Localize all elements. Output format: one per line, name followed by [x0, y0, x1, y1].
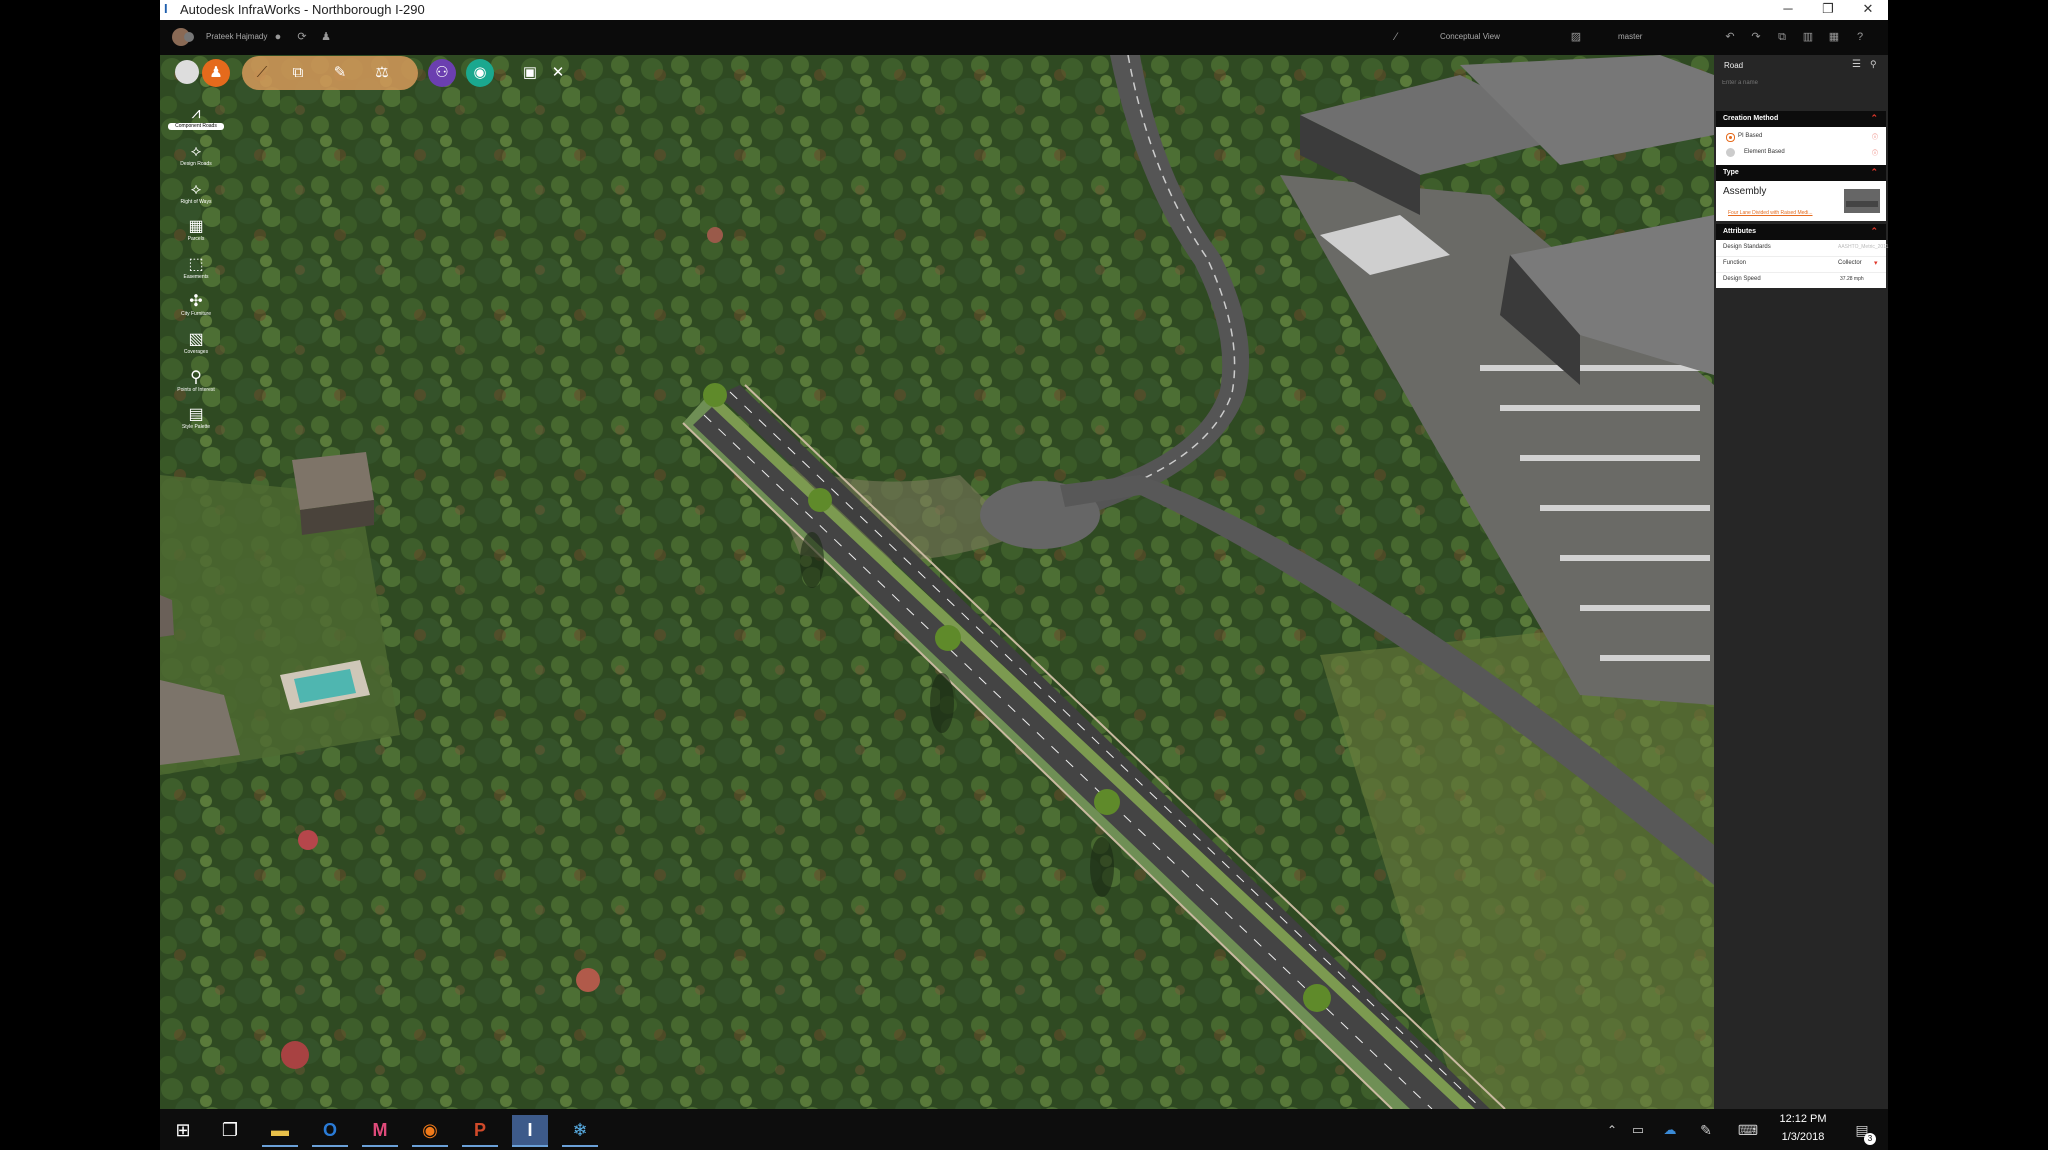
infraworks-app-icon: I [164, 1, 168, 16]
collapse-chevron-icon[interactable]: ⌃ [1870, 226, 1878, 237]
redo-icon[interactable]: ↷ [1748, 29, 1764, 45]
info-icon[interactable]: ⓘ [1872, 148, 1878, 157]
chevron-down-icon[interactable]: ▾ [1874, 259, 1878, 267]
assembly-link[interactable]: Four Lane Divided with Raised Medi... [1728, 210, 1813, 216]
palette-easements[interactable]: ⬚ Easements [168, 256, 224, 281]
window-title: Autodesk InfraWorks - Northborough I-290 [180, 2, 425, 17]
help-icon[interactable]: ? [1852, 29, 1868, 45]
present-tool-icon[interactable]: ◉ [466, 59, 494, 87]
collapse-chevron-icon[interactable]: ⌃ [1870, 113, 1878, 124]
design-speed-input[interactable]: 37.28 mph [1840, 276, 1864, 282]
proposal-selector[interactable]: master [1618, 32, 1642, 41]
create-tool-icon[interactable]: ♟ [202, 59, 230, 87]
infraworks-button[interactable]: I [512, 1115, 548, 1147]
restore-button[interactable]: ❐ [1808, 0, 1848, 20]
coverage-icon: ▧ [188, 331, 204, 348]
roads-tool-icon[interactable]: ⟋ [248, 59, 276, 87]
task-view-button[interactable]: ❐ [212, 1115, 248, 1145]
element-based-radio[interactable] [1726, 148, 1735, 157]
analyze-tool-icon[interactable]: ⚖ [368, 59, 396, 87]
right-of-way-icon: ⟡ [190, 181, 202, 198]
palette-design-roads[interactable]: ⟡ Design Roads [168, 143, 224, 168]
clock-date[interactable]: 1/3/2018 [1768, 1131, 1838, 1143]
sketch-tool-icon[interactable]: ✎ [326, 59, 354, 87]
minimize-button[interactable]: ─ [1768, 0, 1808, 20]
app-header: Prateek Hajmady ● ⟳ ♟ ⁄ Conceptual View … [160, 20, 1888, 55]
type-value: Assembly [1723, 186, 1767, 197]
info-icon[interactable]: ⓘ [1872, 132, 1878, 141]
collaborate-tool-icon[interactable]: ⚇ [428, 59, 456, 87]
palette-right-of-ways[interactable]: ⟡ Right of Ways [168, 181, 224, 206]
sync-icon[interactable]: ⟳ [294, 29, 310, 45]
pen-icon[interactable]: ✎ [1688, 1115, 1724, 1145]
pi-based-label: PI Based [1738, 133, 1763, 139]
window-titlebar: I Autodesk InfraWorks - Northborough I-2… [160, 0, 1888, 20]
settings-tool-icon[interactable]: ✕ [544, 59, 572, 87]
pi-based-radio[interactable] [1726, 133, 1735, 142]
undo-icon[interactable]: ↶ [1722, 29, 1738, 45]
palette-style-palette[interactable]: ▤ Style Palette [168, 406, 224, 431]
aerial-scene [160, 55, 1714, 1109]
notification-badge: 3 [1864, 1133, 1876, 1145]
share-icon[interactable]: ⧉ [1774, 29, 1790, 45]
keyboard-icon[interactable]: ⌨ [1730, 1115, 1766, 1145]
easement-icon: ⬚ [188, 256, 204, 273]
presence-icon [184, 32, 194, 42]
creation-method-header[interactable]: Creation Method ⌃ [1716, 111, 1886, 127]
grid-icon[interactable]: ▦ [1826, 29, 1842, 45]
app-m-button[interactable]: M [362, 1115, 398, 1147]
collapse-chevron-icon[interactable]: ⌃ [1870, 167, 1878, 178]
attributes-table: Design Standards AASHTO_Metric_2011 Func… [1716, 240, 1888, 288]
palette-points-of-interest[interactable]: ⚲ Points of Interest [168, 369, 224, 394]
clock-time[interactable]: 12:12 PM [1768, 1113, 1838, 1125]
road-name-input[interactable] [1722, 77, 1872, 89]
pin-icon[interactable]: ⚲ [1870, 59, 1877, 70]
city-furniture-icon: ✣ [189, 293, 203, 310]
panel-menu-icon[interactable]: ☰ [1852, 59, 1861, 70]
firefox-button[interactable]: ◉ [412, 1115, 448, 1147]
app-snowflake-button[interactable]: ❄ [562, 1115, 598, 1147]
proposal-icon[interactable]: ▨ [1568, 29, 1584, 45]
home-button[interactable] [175, 60, 199, 84]
outlook-button[interactable]: O [312, 1115, 348, 1147]
file-explorer-button[interactable]: ▬ [262, 1115, 298, 1147]
point-of-interest-icon: ⚲ [190, 369, 202, 386]
user-name[interactable]: Prateek Hajmady [206, 32, 267, 41]
road-icon: ⩘ [191, 105, 201, 122]
screenshot-tool-icon[interactable]: ▣ [516, 59, 544, 87]
assembly-thumbnail [1844, 189, 1880, 213]
function-dropdown[interactable]: Collector [1838, 260, 1862, 266]
close-button[interactable]: ✕ [1848, 0, 1888, 20]
palette-component-roads[interactable]: ⩘ Component Roads [168, 105, 224, 130]
view-mode-icon[interactable]: ⁄ [1388, 29, 1404, 45]
panel-title: Road [1724, 61, 1744, 70]
panel-toggle-icon[interactable]: ▥ [1800, 29, 1816, 45]
map-viewport[interactable]: ♟ ⟋ ⧉ ✎ ⚖ ⚇ ◉ ▣ ✕ ⩘ Component Roads ⟡ De… [160, 55, 1714, 1109]
creation-method-options: PI Based ⓘ Element Based ⓘ [1716, 127, 1886, 165]
status-dot-icon[interactable]: ● [270, 29, 286, 45]
design-road-icon: ⟡ [190, 143, 202, 160]
palette-coverages[interactable]: ▧ Coverages [168, 331, 224, 356]
tray-device-icon[interactable]: ▭ [1620, 1115, 1656, 1145]
design-standards-value[interactable]: AASHTO_Metric_2011 [1838, 244, 1888, 250]
palette-parcels[interactable]: ▦ Parcels [168, 218, 224, 243]
view-mode-selector[interactable]: Conceptual View [1440, 32, 1500, 41]
type-selector[interactable]: Assembly Four Lane Divided with Raised M… [1716, 181, 1886, 221]
type-header[interactable]: Type ⌃ [1716, 165, 1886, 181]
attribute-row: Design Speed 37.28 mph [1723, 276, 1864, 282]
user-icon[interactable]: ♟ [318, 29, 334, 45]
style-palette-icon: ▤ [188, 406, 204, 423]
powerpoint-button[interactable]: P [462, 1115, 498, 1147]
element-based-label: Element Based [1744, 149, 1785, 155]
attribute-row: Design Standards AASHTO_Metric_2011 [1716, 240, 1888, 257]
start-button[interactable]: ⊞ [165, 1115, 201, 1145]
onedrive-icon[interactable]: ☁ [1652, 1115, 1688, 1145]
attribute-row: Function Collector ▾ [1716, 256, 1886, 273]
parcel-icon: ▦ [188, 218, 204, 235]
attributes-header[interactable]: Attributes ⌃ [1716, 224, 1886, 240]
palette-city-furniture[interactable]: ✣ City Furniture [168, 293, 224, 318]
properties-panel: Road ☰ ⚲ Creation Method ⌃ PI Based ⓘ El… [1714, 55, 1888, 1109]
copy-tool-icon[interactable]: ⧉ [284, 59, 312, 87]
taskbar: ⊞ ❐ ▬ O M ◉ P I ❄ ⌃ ▭ ☁ ✎ ⌨ 12:12 PM 1/3… [160, 1109, 1888, 1150]
